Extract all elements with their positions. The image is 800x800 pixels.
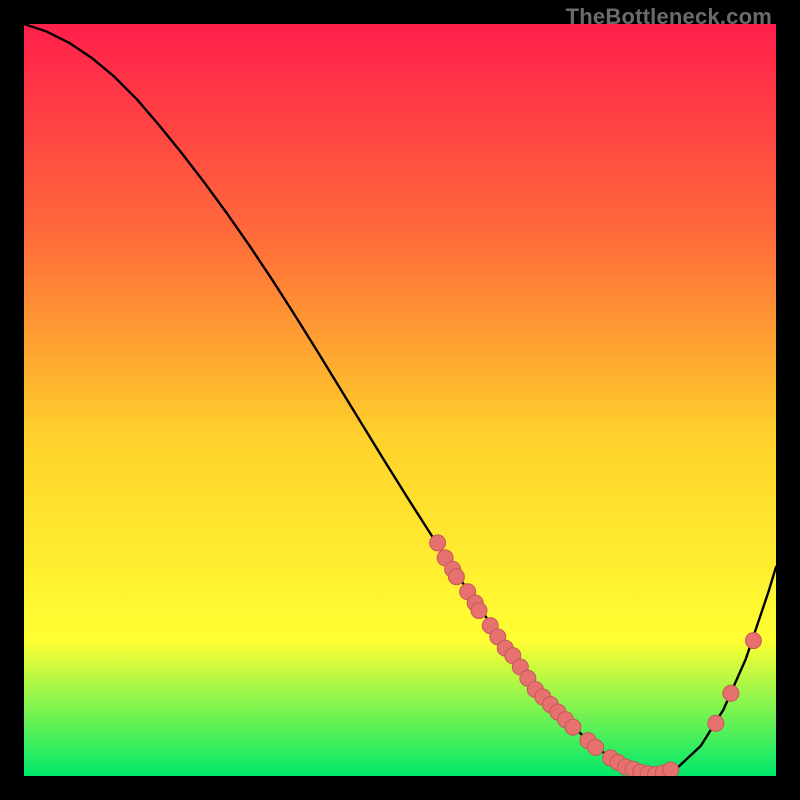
data-point — [448, 569, 464, 585]
chart-frame — [24, 24, 776, 776]
data-point — [430, 535, 446, 551]
data-point — [723, 685, 739, 701]
data-point — [565, 719, 581, 735]
data-point — [708, 715, 724, 731]
gradient-background — [24, 24, 776, 776]
data-point — [745, 633, 761, 649]
data-point — [471, 603, 487, 619]
bottleneck-chart — [24, 24, 776, 776]
data-point — [663, 762, 679, 776]
data-point — [588, 739, 604, 755]
